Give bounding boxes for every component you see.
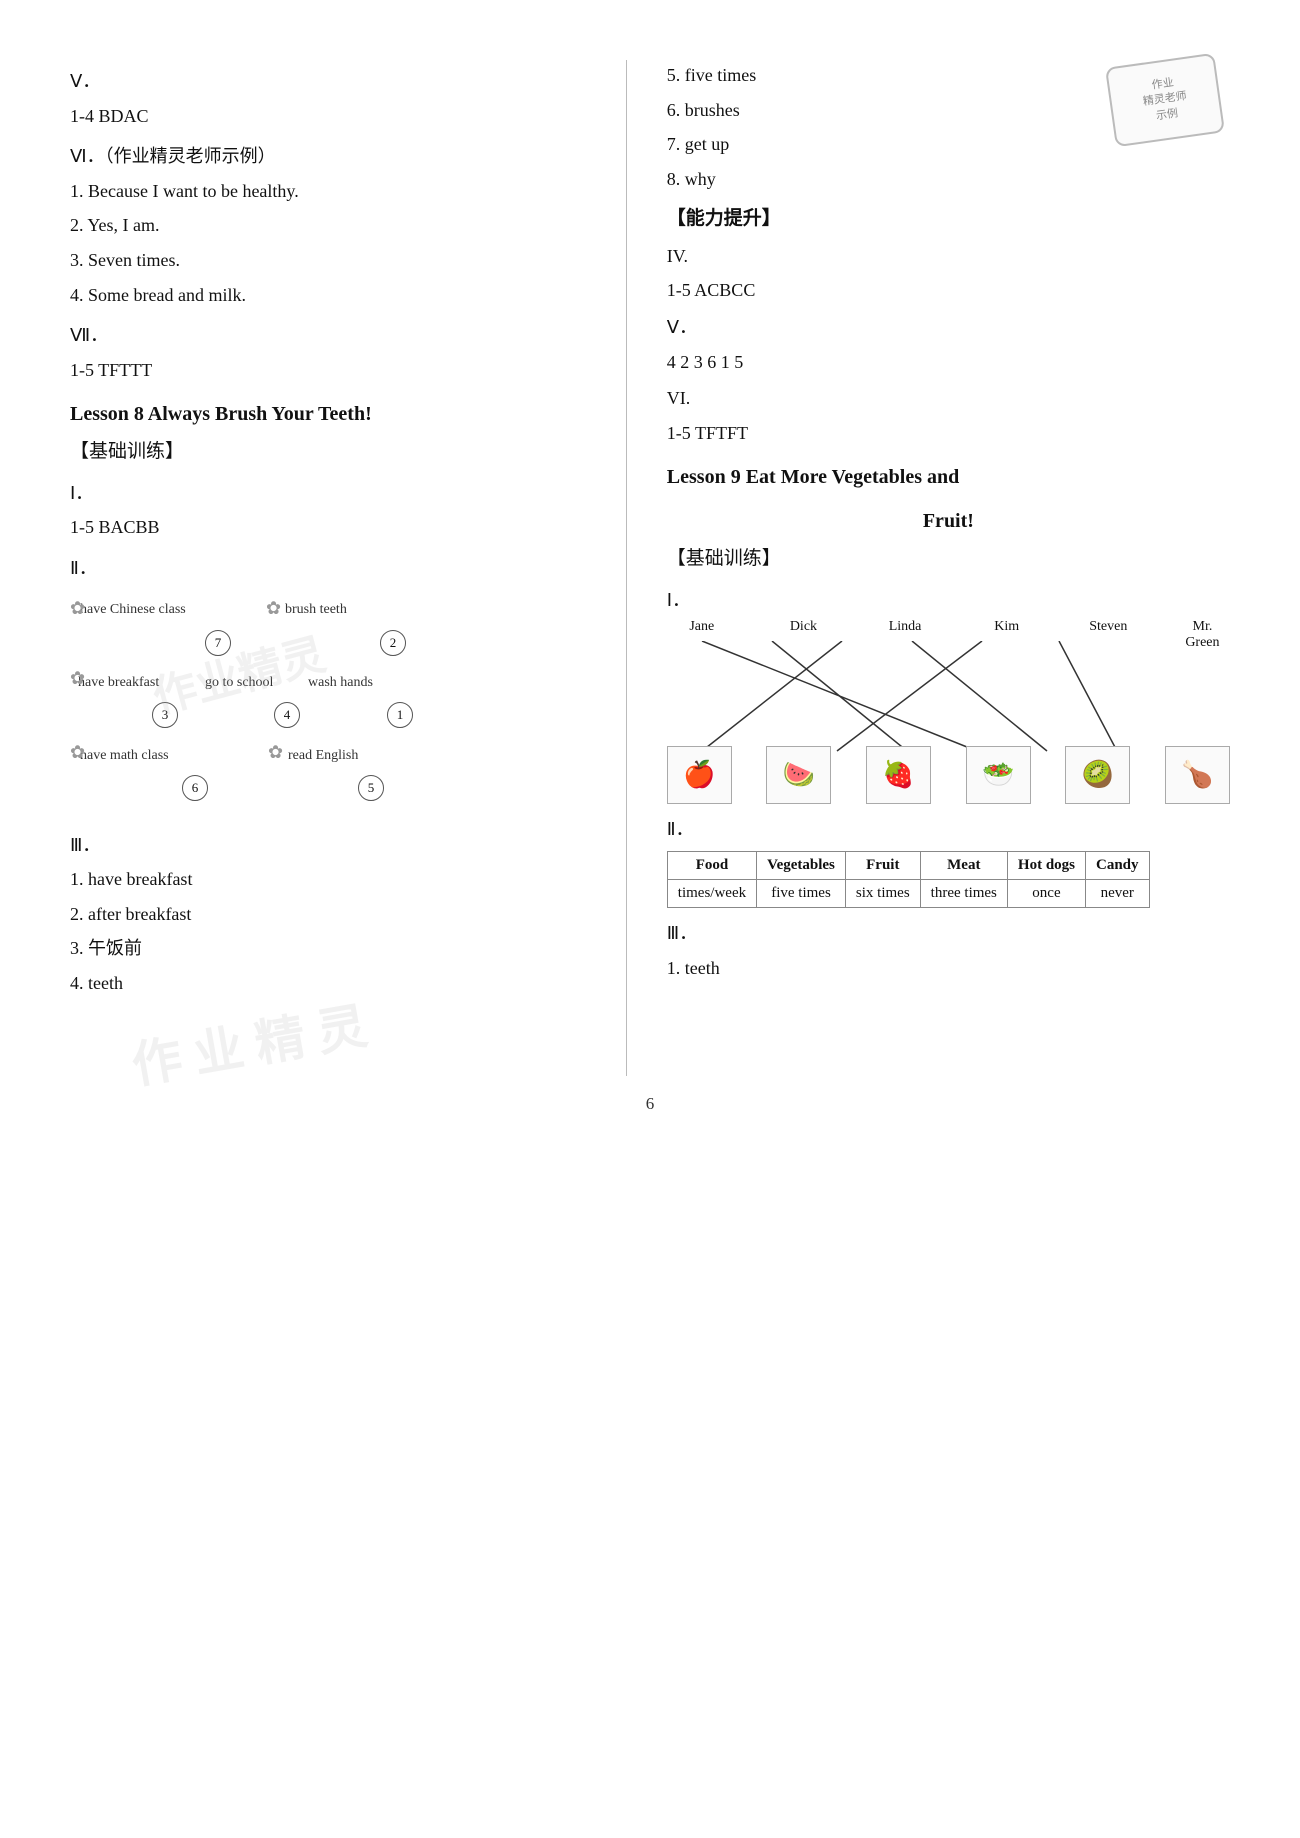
III-item-4: 4. teeth bbox=[70, 968, 606, 999]
circle-4: 4 bbox=[274, 702, 300, 728]
III-item-2: 2. after breakfast bbox=[70, 899, 606, 930]
circle-2: 2 bbox=[380, 630, 406, 656]
deco-star-4: ✿ bbox=[70, 742, 85, 763]
v-label: Ⅴ． bbox=[70, 66, 606, 97]
circle-5: 5 bbox=[358, 775, 384, 801]
food-table: Food Vegetables Fruit Meat Hot dogs Cand… bbox=[667, 851, 1150, 908]
vi-item-4: 4. Some bread and milk. bbox=[70, 280, 606, 311]
icons-row: 🍎 🍉 🍓 🥗 🥝 🍗 bbox=[667, 746, 1230, 804]
IV-answer: 1-5 ACBCC bbox=[667, 275, 1230, 306]
diag-have-chinese: have Chinese class bbox=[80, 602, 186, 618]
III-label: Ⅲ． bbox=[70, 830, 606, 861]
I-label: Ⅰ． bbox=[70, 478, 606, 509]
td-once: once bbox=[1007, 879, 1085, 907]
V-label: Ⅴ． bbox=[667, 312, 1230, 343]
vii-answer: 1-5 TFTTT bbox=[70, 355, 606, 386]
icon-watermelon: 🍉 bbox=[766, 746, 831, 804]
stamp: 作业精灵老师示例 bbox=[1105, 53, 1225, 148]
deco-star-1: ✿ bbox=[70, 598, 85, 619]
deco-star-5: ✿ bbox=[268, 742, 283, 763]
wm-left-bottom: 作 业 精 灵 bbox=[126, 986, 372, 1098]
II-label: Ⅱ． bbox=[70, 553, 606, 584]
left-column: Ⅴ． 1-4 BDAC Ⅵ．（作业精灵老师示例） 1. Because I wa… bbox=[70, 60, 627, 1076]
III-item-3: 3. 午饭前 bbox=[70, 933, 606, 964]
diag-have-math: have math class bbox=[80, 748, 169, 764]
page-number: 6 bbox=[70, 1094, 1230, 1114]
nengli-label: 【能力提升】 bbox=[667, 204, 1230, 234]
lesson9-title-line2: Fruit! bbox=[667, 506, 1230, 536]
jichuxuilian: 【基础训练】 bbox=[70, 437, 606, 467]
th-meat: Meat bbox=[920, 851, 1007, 879]
td-timesweek: times/week bbox=[667, 879, 756, 907]
vii-label: Ⅶ． bbox=[70, 320, 606, 351]
right-column: 5. five times 6. brushes 7. get up 8. wh… bbox=[627, 60, 1230, 1076]
deco-star-3: ✿ bbox=[70, 668, 85, 689]
page: 作业精灵老师示例 Ⅴ． 1-4 BDAC Ⅵ．（作业精灵老师示例） 1. Bec… bbox=[0, 0, 1300, 1838]
connect-area: Jane Dick Linda Kim Steven Mr. Green bbox=[667, 619, 1230, 804]
II2-label: Ⅱ． bbox=[667, 814, 1230, 845]
VI-answer: 1-5 TFTFT bbox=[667, 418, 1230, 449]
vi-item-2: 2. Yes, I am. bbox=[70, 210, 606, 241]
td-threetimes: three times bbox=[920, 879, 1007, 907]
jichuxuilian2: 【基础训练】 bbox=[667, 544, 1230, 574]
th-food: Food bbox=[667, 851, 756, 879]
deco-star-2: ✿ bbox=[266, 598, 281, 619]
III2-item-1: 1. teeth bbox=[667, 953, 1230, 984]
III-item-1: 1. have breakfast bbox=[70, 864, 606, 895]
vi-label: Ⅵ．（作业精灵老师示例） bbox=[70, 141, 606, 172]
lesson9-title-line1: Lesson 9 Eat More Vegetables and bbox=[667, 462, 1230, 492]
V-answer: 4 2 3 6 1 5 bbox=[667, 347, 1230, 378]
td-sixtimes: six times bbox=[845, 879, 920, 907]
III2-label: Ⅲ． bbox=[667, 918, 1230, 949]
circle-7: 7 bbox=[205, 630, 231, 656]
diag-go-school: go to school bbox=[205, 675, 273, 691]
I2-label: Ⅰ． bbox=[667, 585, 1230, 616]
right-item-8: 8. why bbox=[667, 164, 1230, 195]
VI-label: VI. bbox=[667, 383, 1230, 414]
diag-have-breakfast: have breakfast bbox=[78, 675, 159, 691]
vi-item-3: 3. Seven times. bbox=[70, 245, 606, 276]
vi-item-1: 1. Because I want to be healthy. bbox=[70, 176, 606, 207]
circle-1: 1 bbox=[387, 702, 413, 728]
td-never: never bbox=[1086, 879, 1150, 907]
diag-read-english: read English bbox=[288, 748, 358, 764]
icon-kiwi: 🥝 bbox=[1065, 746, 1130, 804]
icon-strawberry: 🍓 bbox=[866, 746, 931, 804]
I-answer: 1-5 BACBB bbox=[70, 512, 606, 543]
icon-salad: 🥗 bbox=[966, 746, 1031, 804]
circle-6: 6 bbox=[182, 775, 208, 801]
th-candy: Candy bbox=[1086, 851, 1150, 879]
diag-brush-teeth: brush teeth bbox=[285, 602, 347, 618]
icon-apple: 🍎 bbox=[667, 746, 732, 804]
diag-wash-hands: wash hands bbox=[308, 675, 373, 691]
IV-label: IV. bbox=[667, 241, 1230, 272]
diagram-area: have Chinese class brush teeth have brea… bbox=[70, 590, 420, 820]
th-hotdogs: Hot dogs bbox=[1007, 851, 1085, 879]
lesson8-title: Lesson 8 Always Brush Your Teeth! bbox=[70, 399, 606, 429]
td-fivetimes: five times bbox=[757, 879, 846, 907]
circle-3: 3 bbox=[152, 702, 178, 728]
th-vegetables: Vegetables bbox=[757, 851, 846, 879]
icon-chicken: 🍗 bbox=[1165, 746, 1230, 804]
v-answer: 1-4 BDAC bbox=[70, 101, 606, 132]
th-fruit: Fruit bbox=[845, 851, 920, 879]
